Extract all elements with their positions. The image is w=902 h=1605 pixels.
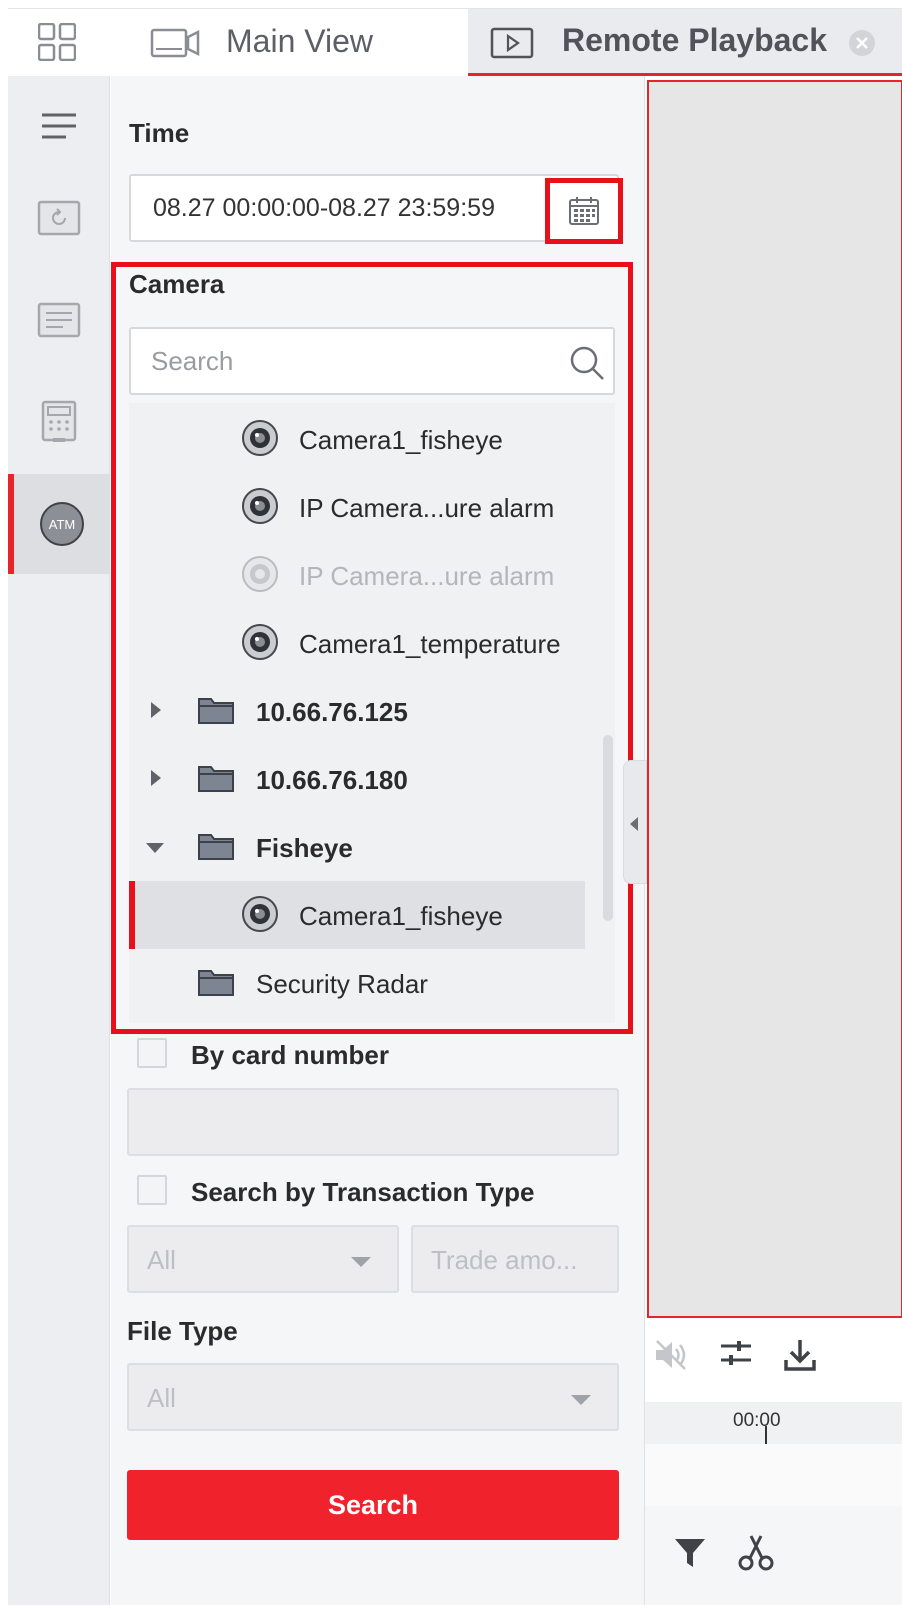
camera-search-box[interactable] — [129, 327, 615, 395]
card-number-input[interactable] — [127, 1088, 619, 1156]
tree-item-label: 10.66.76.125 — [256, 697, 408, 727]
camera-icon — [242, 488, 278, 524]
tree-item-group[interactable]: 10.66.76.125 — [129, 677, 585, 745]
tree-item-group[interactable]: 10.66.76.180 — [129, 745, 585, 813]
transaction-type-checkbox[interactable] — [137, 1175, 167, 1205]
atm-icon-text: ATM — [49, 517, 75, 532]
file-type-value: All — [147, 1383, 176, 1413]
tree-item-camera-offline[interactable]: IP Camera...ure alarm — [129, 541, 585, 609]
timeline-time-label: 00:00 — [733, 1410, 781, 1431]
left-nav-rail: ATM — [8, 76, 110, 1605]
nav-atm-playback[interactable]: ATM — [8, 474, 110, 574]
folder-icon — [198, 970, 234, 996]
chevron-down-icon — [571, 1395, 591, 1405]
time-label: Time — [129, 118, 190, 148]
tree-item-group[interactable]: Fisheye — [129, 813, 585, 881]
calendar-icon — [569, 197, 599, 225]
file-type-label: File Type — [127, 1316, 238, 1346]
tree-item-label: Camera1_fisheye — [299, 901, 503, 931]
timeline-cursor — [765, 1426, 767, 1444]
nav-pos-playback[interactable] — [8, 372, 110, 472]
expand-arrow-icon[interactable] — [149, 769, 163, 787]
bottom-toolbar — [645, 1506, 902, 1605]
tree-scrollbar[interactable] — [603, 735, 613, 921]
video-camera-icon — [150, 28, 200, 58]
playback-preview: 00:00 — [623, 76, 902, 1605]
download-icon[interactable] — [783, 1338, 817, 1372]
panel-collapse-handle[interactable] — [623, 760, 647, 884]
search-icon[interactable] — [569, 345, 605, 381]
chevron-down-icon — [351, 1257, 371, 1267]
collapse-left-icon — [630, 817, 638, 831]
tree-item-camera[interactable]: Camera1_temperature — [129, 609, 585, 677]
camera-tree: Camera1_fisheye IP Camera...ure alarm IP… — [129, 403, 615, 1023]
by-card-number-checkbox[interactable] — [137, 1038, 167, 1068]
clip-scissors-icon[interactable] — [737, 1534, 775, 1572]
close-tab-icon[interactable] — [848, 29, 876, 57]
tab-main-view-label: Main View — [226, 23, 374, 59]
document-list-icon — [37, 302, 81, 338]
module-grid-button[interactable] — [8, 9, 108, 77]
tree-item-camera[interactable]: Camera1_fisheye — [129, 405, 585, 473]
collapse-arrow-icon[interactable] — [145, 841, 165, 855]
mute-icon[interactable] — [653, 1338, 691, 1372]
folder-icon — [198, 698, 234, 724]
tree-item-label: Security Radar — [256, 969, 428, 999]
camera-section: Camera Camera1_fisheye — [111, 262, 633, 1034]
timeline-ruler[interactable]: 00:00 — [645, 1402, 902, 1444]
calendar-button[interactable] — [545, 178, 623, 244]
nav-normal-playback[interactable] — [8, 168, 110, 268]
folder-icon — [198, 766, 234, 792]
tab-remote-playback[interactable]: Remote Playback — [468, 9, 902, 77]
pos-terminal-icon — [41, 400, 77, 442]
tab-bar: Main View Remote Playback — [8, 8, 902, 77]
tree-item-label: 10.66.76.180 — [256, 765, 408, 795]
transaction-type-value: All — [147, 1245, 176, 1275]
tree-item-label: IP Camera...ure alarm — [299, 561, 555, 591]
playback-icon — [490, 27, 534, 59]
grid-icon — [38, 23, 76, 61]
camera-icon — [242, 896, 278, 932]
tree-item-label: Fisheye — [256, 833, 353, 863]
tree-item-camera-selected[interactable]: Camera1_fisheye — [129, 881, 585, 949]
hamburger-icon — [42, 113, 76, 139]
adjust-icon[interactable] — [719, 1338, 753, 1368]
menu-toggle[interactable] — [8, 76, 110, 176]
tab-main-view[interactable]: Main View — [108, 9, 468, 77]
camera-search-input[interactable] — [151, 343, 551, 379]
file-type-select[interactable]: All — [127, 1363, 619, 1431]
time-range-value: 08.27 00:00:00-08.27 23:59:59 — [153, 194, 495, 222]
tree-item-label: Camera1_temperature — [299, 629, 561, 659]
camera-label: Camera — [129, 269, 225, 299]
filter-icon[interactable] — [673, 1536, 707, 1570]
tree-item-camera[interactable]: IP Camera...ure alarm — [129, 473, 585, 541]
trade-amount-input[interactable]: Trade amo... — [411, 1225, 619, 1293]
trade-amount-placeholder: Trade amo... — [431, 1245, 578, 1275]
search-button[interactable]: Search — [127, 1470, 619, 1540]
transaction-type-label: Search by Transaction Type — [191, 1177, 535, 1207]
transaction-type-select[interactable]: All — [127, 1225, 399, 1293]
timeline-track[interactable] — [645, 1444, 902, 1506]
tree-item-group[interactable]: Security Radar — [129, 949, 585, 1017]
expand-arrow-icon[interactable] — [149, 701, 163, 719]
camera-icon — [242, 624, 278, 660]
nav-event-playback[interactable] — [8, 270, 110, 370]
tree-item-label: IP Camera...ure alarm — [299, 493, 555, 523]
video-window[interactable] — [647, 80, 902, 1318]
tab-remote-playback-label: Remote Playback — [562, 22, 828, 58]
atm-icon: ATM — [40, 502, 84, 546]
folder-icon — [198, 834, 234, 860]
playback-history-icon — [37, 200, 81, 236]
camera-offline-icon — [242, 556, 278, 592]
search-panel: Time 08.27 00:00:00-08.27 23:59:59 Camer… — [111, 76, 644, 1605]
by-card-number-label: By card number — [191, 1040, 389, 1070]
tree-item-label: Camera1_fisheye — [299, 425, 503, 455]
camera-icon — [242, 420, 278, 456]
